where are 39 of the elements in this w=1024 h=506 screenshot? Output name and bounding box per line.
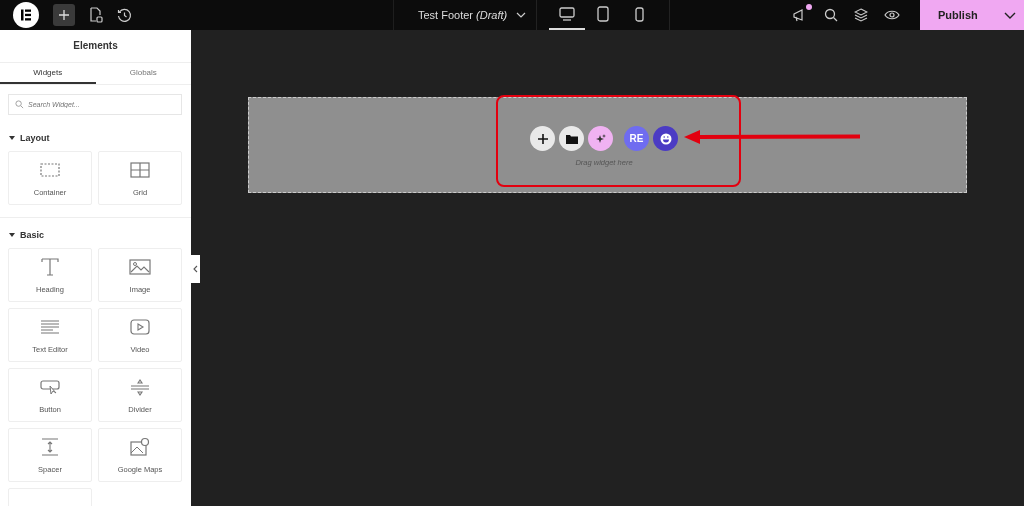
addon-smiley-button[interactable] (653, 126, 678, 151)
smiley-icon (659, 132, 672, 145)
plus-icon (537, 133, 548, 144)
folder-icon (565, 133, 578, 144)
preview-eye-icon[interactable] (884, 9, 900, 21)
image-icon (129, 256, 151, 277)
triangle-icon (9, 233, 15, 237)
caret-icon (516, 12, 527, 18)
sparkle-icon (595, 133, 606, 144)
layers-icon[interactable] (854, 8, 868, 22)
page-settings-icon[interactable] (89, 7, 103, 23)
section-header[interactable]: Layout (0, 121, 191, 151)
spacer-icon (39, 436, 61, 457)
chevron-left-icon (193, 265, 198, 273)
mobile-icon (634, 6, 644, 22)
add-button[interactable] (53, 4, 75, 26)
panel-tab[interactable]: Widgets (0, 63, 96, 84)
add-section-button[interactable] (530, 126, 555, 151)
tablet-icon (597, 6, 610, 22)
desktop-icon (559, 7, 576, 21)
panel-title: Elements (72, 39, 119, 53)
collapse-panel-button[interactable] (191, 255, 200, 283)
caret-icon[interactable] (1004, 11, 1016, 19)
document-title-dropdown[interactable]: Test Footer (Draft) (393, 0, 537, 30)
heading-icon (39, 256, 61, 277)
triangle-icon (9, 136, 15, 140)
search-icon[interactable] (824, 8, 838, 22)
video-icon (129, 316, 151, 337)
addon-button[interactable]: RE (624, 126, 649, 151)
ai-sparkle-button[interactable] (588, 126, 613, 151)
map-icon (129, 436, 151, 457)
search-icon (15, 100, 24, 109)
plus-icon (58, 9, 70, 21)
section-header[interactable]: Basic (0, 218, 191, 248)
panel-tab[interactable]: Globals (95, 63, 191, 84)
template-library-button[interactable] (559, 126, 584, 151)
grid-icon (129, 159, 151, 180)
logo-icon[interactable] (13, 2, 39, 28)
history-icon[interactable] (117, 7, 132, 23)
